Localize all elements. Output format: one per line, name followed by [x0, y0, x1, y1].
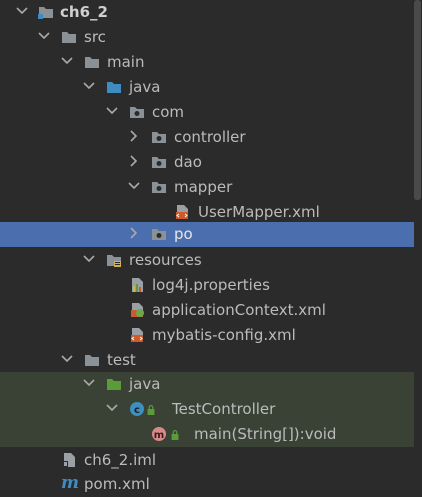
chevron-right-icon[interactable] — [127, 129, 141, 143]
chevron-down-icon[interactable] — [105, 401, 119, 415]
method-icon — [152, 427, 166, 441]
tree-item-com[interactable]: com — [0, 100, 414, 125]
package-icon — [152, 157, 166, 168]
tree-item-label: com — [152, 103, 185, 121]
chevron-right-icon[interactable] — [127, 226, 141, 240]
tree-item-test-java[interactable]: java — [0, 372, 414, 397]
tree-item-label: ch6_2.iml — [84, 451, 157, 469]
xml-file-icon — [175, 204, 189, 220]
vertical-scrollbar[interactable] — [414, 0, 422, 495]
tree-item-src[interactable]: src — [0, 25, 414, 50]
tree-item-label: po — [174, 225, 193, 243]
chevron-down-icon[interactable] — [127, 179, 141, 193]
tree-item-label: main(String[]):void — [194, 425, 337, 443]
tree-item-label: UserMapper.xml — [198, 203, 320, 221]
chevron-right-icon[interactable] — [127, 154, 141, 168]
package-icon — [152, 182, 166, 193]
tree-item-pom-xml[interactable]: m pom.xml — [0, 472, 414, 497]
tree-item-label: pom.xml — [84, 475, 150, 493]
tree-item-label: mapper — [174, 178, 233, 196]
lock-icon — [170, 429, 180, 440]
tree-item-main-method[interactable]: main(String[]):void — [0, 422, 414, 447]
class-icon — [130, 402, 144, 416]
chevron-down-icon[interactable] — [105, 104, 119, 118]
tree-item-label: controller — [174, 128, 246, 146]
tree-item-label: main — [107, 53, 145, 71]
spring-xml-icon — [131, 303, 144, 317]
chevron-down-icon[interactable] — [82, 252, 96, 266]
folder-icon — [85, 57, 99, 68]
iml-file-icon — [63, 453, 75, 467]
tree-item-label: applicationContext.xml — [152, 301, 326, 319]
scrollbar-thumb[interactable] — [414, 0, 421, 200]
tree-item-test[interactable]: test — [0, 348, 414, 373]
tree-item-label: java — [129, 375, 161, 393]
tree-item-label: resources — [129, 251, 202, 269]
tree-item-applicationcontext[interactable]: applicationContext.xml — [0, 298, 414, 323]
tree-item-java[interactable]: java — [0, 75, 414, 100]
package-icon — [152, 229, 166, 240]
chevron-down-icon[interactable] — [15, 4, 29, 18]
chevron-down-icon[interactable] — [37, 29, 51, 43]
properties-file-icon — [132, 278, 143, 292]
tree-item-po[interactable]: po — [0, 222, 414, 247]
tree-item-log4j[interactable]: log4j.properties — [0, 273, 414, 298]
tree-item-label: TestController — [172, 400, 276, 418]
source-folder-icon — [107, 82, 121, 93]
package-icon — [152, 132, 166, 143]
module-folder-icon — [38, 7, 53, 19]
tree-item-mybatis-config[interactable]: mybatis-config.xml — [0, 323, 414, 348]
tree-item-ch6-2-iml[interactable]: ch6_2.iml — [0, 448, 414, 473]
test-folder-icon — [107, 379, 121, 390]
tree-item-label: log4j.properties — [152, 276, 270, 294]
maven-icon: m — [61, 473, 79, 493]
tree-item-label: mybatis-config.xml — [152, 326, 296, 344]
project-tree: ch6_2 src main java com controller dao m… — [0, 0, 414, 495]
folder-icon — [85, 355, 99, 366]
tree-item-controller[interactable]: controller — [0, 125, 414, 150]
folder-icon — [62, 32, 76, 43]
resources-folder-icon — [107, 255, 121, 267]
lock-icon — [146, 404, 156, 415]
tree-item-testcontroller[interactable]: TestController — [0, 397, 414, 422]
tree-item-main[interactable]: main — [0, 50, 414, 75]
package-icon — [130, 107, 144, 118]
tree-item-resources[interactable]: resources — [0, 248, 414, 273]
chevron-down-icon[interactable] — [82, 376, 96, 390]
tree-item-dao[interactable]: dao — [0, 150, 414, 175]
chevron-down-icon[interactable] — [60, 352, 74, 366]
xml-file-icon — [130, 327, 144, 343]
tree-item-ch6-2[interactable]: ch6_2 — [0, 0, 414, 25]
tree-item-mapper[interactable]: mapper — [0, 175, 414, 200]
chevron-down-icon[interactable] — [60, 54, 74, 68]
tree-item-label: ch6_2 — [60, 3, 108, 21]
tree-item-label: test — [107, 351, 136, 369]
tree-item-label: dao — [174, 153, 202, 171]
tree-item-label: src — [84, 28, 106, 46]
chevron-down-icon[interactable] — [82, 79, 96, 93]
tree-item-label: java — [129, 78, 161, 96]
